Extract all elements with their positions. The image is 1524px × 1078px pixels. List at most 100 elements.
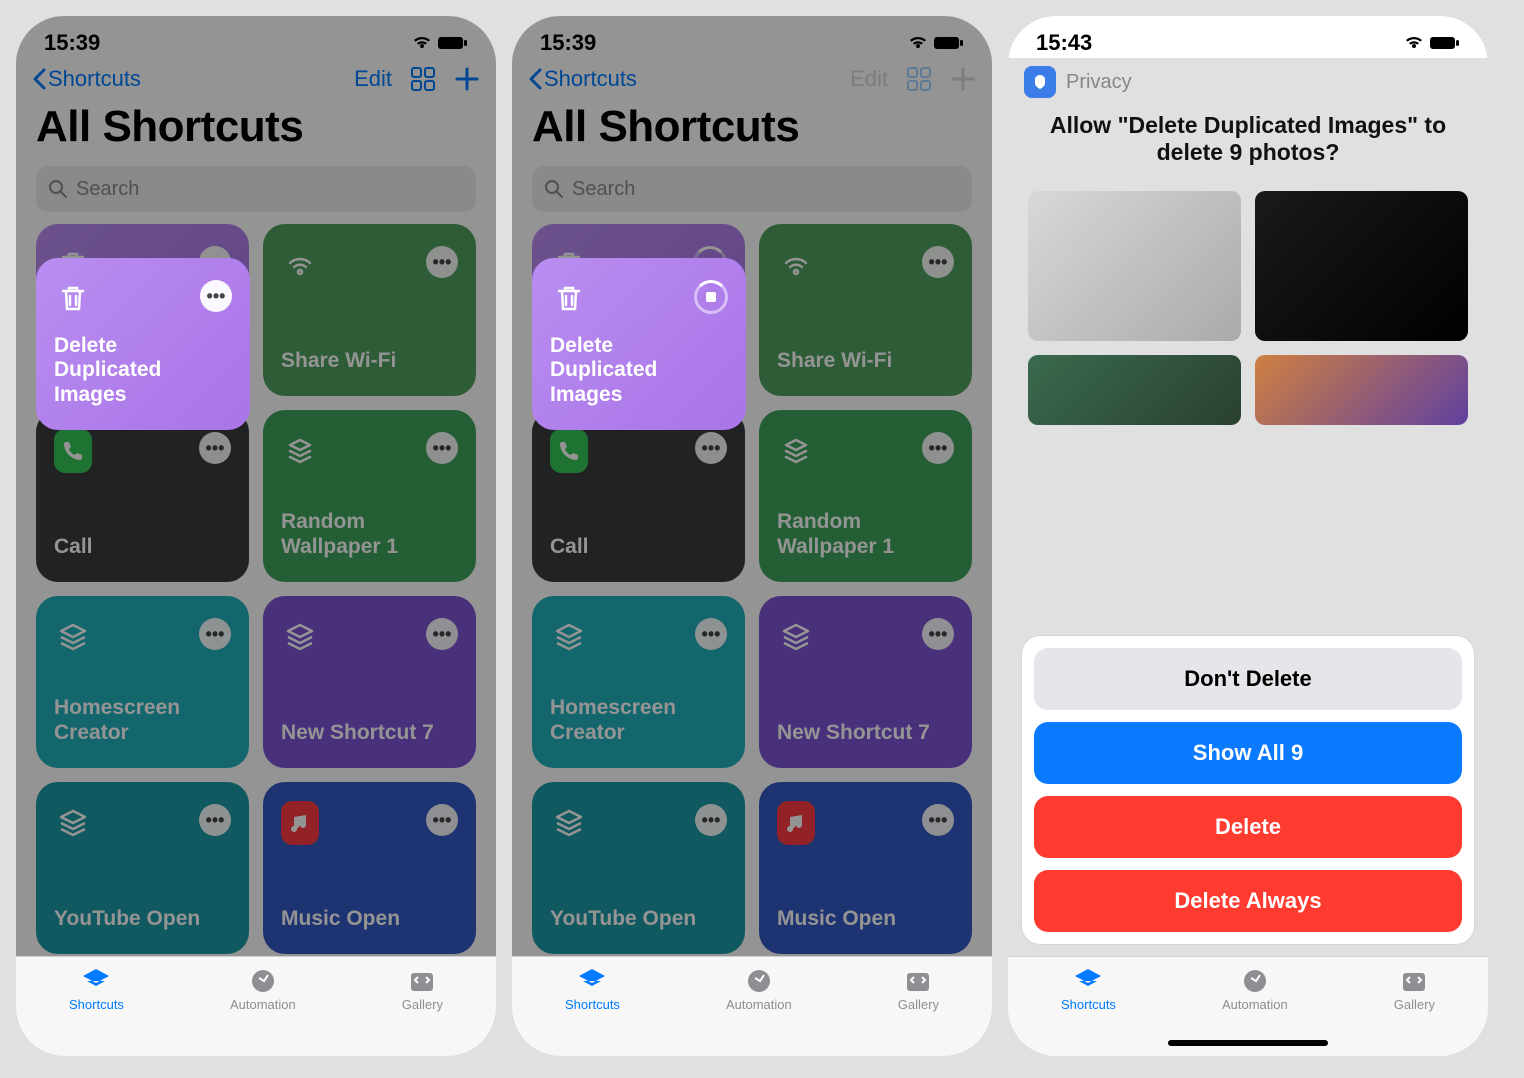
search-icon [48, 179, 68, 199]
layers-icon [281, 618, 319, 656]
tab-gallery[interactable]: Gallery [1394, 967, 1435, 1012]
more-icon[interactable]: ••• [426, 804, 458, 836]
permission-prompt: Allow "Delete Duplicated Images" to dele… [1032, 112, 1464, 166]
privacy-banner: Privacy [1024, 66, 1472, 98]
tab-automation[interactable]: Automation [1222, 967, 1288, 1012]
privacy-icon [1024, 66, 1056, 98]
more-icon[interactable]: ••• [199, 618, 231, 650]
stop-spinner-icon[interactable] [694, 280, 728, 314]
automation-tab-icon [248, 967, 278, 995]
status-bar: 15:39 [512, 16, 992, 60]
action-sheet: Don't Delete Show All 9 Delete Delete Al… [1022, 636, 1474, 944]
shortcut-tile[interactable]: ••• Random Wallpaper 1 [263, 410, 476, 582]
show-all-button[interactable]: Show All 9 [1034, 722, 1462, 784]
battery-icon [934, 36, 964, 50]
grid-view-icon[interactable] [906, 66, 932, 92]
search-placeholder: Search [76, 178, 139, 201]
phone-icon [54, 432, 92, 470]
shortcut-label: Call [54, 535, 231, 560]
shortcuts-tab-icon [1073, 967, 1103, 995]
search-input[interactable]: Search [532, 166, 972, 212]
delete-always-button[interactable]: Delete Always [1034, 870, 1462, 932]
shortcut-label: Homescreen Creator [54, 696, 231, 746]
tab-shortcuts[interactable]: Shortcuts [1061, 967, 1116, 1012]
tab-shortcuts[interactable]: Shortcuts [69, 967, 124, 1012]
shortcut-label: Random Wallpaper 1 [281, 510, 458, 560]
tab-bar: Shortcuts Automation Gallery [16, 956, 496, 1056]
phone-screen-3: 15:43 •••YouTube Open •••Music Open Priv… [1008, 16, 1488, 1056]
shortcuts-tab-icon [81, 967, 111, 995]
layers-icon [54, 804, 92, 842]
status-bar: 15:43 [1008, 16, 1488, 60]
gallery-tab-icon [903, 967, 933, 995]
tab-gallery[interactable]: Gallery [402, 967, 443, 1012]
shortcut-tile[interactable]: •••YouTube Open [36, 782, 249, 954]
back-label: Shortcuts [544, 66, 637, 92]
trash-icon [54, 280, 92, 318]
tab-bar: Shortcuts Automation Gallery [512, 956, 992, 1056]
photo-thumbnail[interactable] [1028, 355, 1241, 425]
nav-actions: Edit [354, 66, 480, 92]
gallery-tab-icon [407, 967, 437, 995]
shortcut-tile[interactable]: •••Music Open [263, 782, 476, 954]
edit-button: Edit [850, 66, 888, 92]
wifi-status-icon [1404, 36, 1424, 50]
shortcut-tile[interactable]: ••• Share Wi-Fi [263, 224, 476, 396]
wifi-icon [281, 246, 319, 284]
back-button[interactable]: Shortcuts [32, 66, 141, 92]
shortcut-label: Delete Duplicated Images [54, 334, 232, 408]
search-placeholder: Search [572, 178, 635, 201]
chevron-left-icon [528, 68, 542, 90]
tab-automation[interactable]: Automation [230, 967, 296, 1012]
shortcut-tile[interactable]: ••• Call [36, 410, 249, 582]
page-title: All Shortcuts [512, 98, 992, 160]
shortcut-label: New Shortcut 7 [281, 721, 458, 746]
more-icon[interactable]: ••• [199, 432, 231, 464]
back-button[interactable]: Shortcuts [528, 66, 637, 92]
more-icon[interactable]: ••• [199, 804, 231, 836]
photo-thumbnail[interactable] [1255, 191, 1468, 341]
nav-bar: Shortcuts Edit [512, 60, 992, 98]
shortcut-tile[interactable]: ••• Homescreen Creator [36, 596, 249, 768]
search-input[interactable]: Search [36, 166, 476, 212]
tab-gallery[interactable]: Gallery [898, 967, 939, 1012]
wifi-status-icon [412, 36, 432, 50]
search-icon [544, 179, 564, 199]
delete-button[interactable]: Delete [1034, 796, 1462, 858]
shortcut-tile-running[interactable]: Delete Duplicated Images [532, 258, 746, 430]
automation-tab-icon [1240, 967, 1270, 995]
edit-button[interactable]: Edit [354, 66, 392, 92]
shortcut-tile[interactable]: ••• New Shortcut 7 [263, 596, 476, 768]
more-icon[interactable]: ••• [426, 432, 458, 464]
tab-automation[interactable]: Automation [726, 967, 792, 1012]
photo-thumbnail[interactable] [1028, 191, 1241, 341]
plus-icon [950, 66, 976, 92]
battery-icon [1430, 36, 1460, 50]
shortcut-label: Share Wi-Fi [281, 349, 458, 374]
photo-thumbnails [1028, 191, 1468, 425]
more-icon[interactable]: ••• [200, 280, 232, 312]
home-indicator[interactable] [1168, 1040, 1328, 1046]
tab-shortcuts[interactable]: Shortcuts [565, 967, 620, 1012]
status-time: 15:39 [44, 30, 100, 56]
more-icon[interactable]: ••• [426, 246, 458, 278]
phone-screen-2: 15:39 Shortcuts Edit All Shortcuts Searc… [512, 16, 992, 1056]
dont-delete-button[interactable]: Don't Delete [1034, 648, 1462, 710]
grid-view-icon[interactable] [410, 66, 436, 92]
stack-icon [281, 432, 319, 470]
privacy-label: Privacy [1066, 71, 1132, 94]
nav-bar: Shortcuts Edit [16, 60, 496, 98]
phone-screen-1: 15:39 Shortcuts Edit All Shortcuts Searc… [16, 16, 496, 1056]
battery-icon [438, 36, 468, 50]
more-icon[interactable]: ••• [426, 618, 458, 650]
status-time: 15:43 [1036, 30, 1092, 56]
page-title: All Shortcuts [16, 98, 496, 160]
chevron-left-icon [32, 68, 46, 90]
shortcut-tile-highlighted[interactable]: ••• Delete Duplicated Images [36, 258, 250, 430]
plus-icon[interactable] [454, 66, 480, 92]
photo-thumbnail[interactable] [1255, 355, 1468, 425]
back-label: Shortcuts [48, 66, 141, 92]
gallery-tab-icon [1399, 967, 1429, 995]
layers-icon [54, 618, 92, 656]
status-icons [412, 36, 468, 50]
